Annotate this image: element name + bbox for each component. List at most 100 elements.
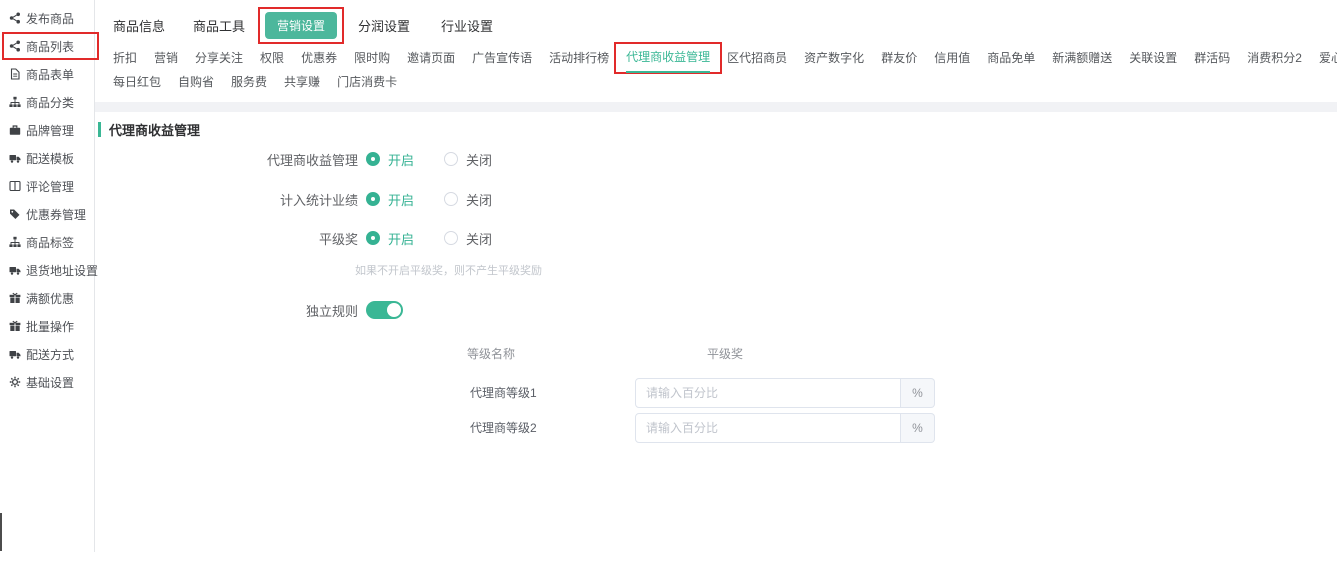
tab-ad-slogan[interactable]: 广告宣传语 xyxy=(472,49,532,66)
agent-revenue-enable-radio[interactable] xyxy=(366,152,380,166)
tab-new-full-gift[interactable]: 新满额赠送 xyxy=(1052,49,1112,66)
field-label: 代理商收益管理 xyxy=(95,150,358,169)
tab-flash-sale[interactable]: 限时购 xyxy=(354,49,390,66)
tab-credit-value[interactable]: 信用值 xyxy=(934,49,970,66)
radio-option-label[interactable]: 开启 xyxy=(388,150,414,169)
gift-icon xyxy=(9,320,21,332)
sidebar-item-shipping-method[interactable]: 配送方式 xyxy=(0,340,94,368)
sidebar-item-label: 商品分类 xyxy=(26,94,74,111)
tab-activity-ranking[interactable]: 活动排行榜 xyxy=(549,49,609,66)
briefcase-icon xyxy=(9,124,21,136)
tab-service-fee[interactable]: 服务费 xyxy=(231,73,267,90)
sidebar-item-label: 退货地址设置 xyxy=(26,262,98,279)
sidebar-item-product-category[interactable]: 商品分类 xyxy=(0,88,94,116)
annotation-box-agent-revenue-tab: 代理商收益管理 xyxy=(614,42,722,74)
sidebar-item-product-form[interactable]: 商品表单 xyxy=(0,60,94,88)
count-statistics-enable-radio[interactable] xyxy=(366,192,380,206)
radio-option-label[interactable]: 关闭 xyxy=(466,190,492,209)
sidebar-item-label: 配送模板 xyxy=(26,150,74,167)
tab-permissions[interactable]: 权限 xyxy=(260,49,284,66)
agent-level-2-percentage-input[interactable] xyxy=(635,413,901,443)
tab-marketing[interactable]: 营销 xyxy=(154,49,178,66)
tab-consumption-points-2[interactable]: 消费积分2 xyxy=(1247,49,1302,66)
tab-product-tools[interactable]: 商品工具 xyxy=(193,16,245,35)
tab-share-follow[interactable]: 分享关注 xyxy=(195,49,243,66)
field-label: 计入统计业绩 xyxy=(95,190,358,209)
same-level-reward-enable-radio[interactable] xyxy=(366,231,380,245)
admin-screen: 发布商品 商品列表 商品表单 商品分类 品牌管理 配送模板 评论管理 xyxy=(0,0,1337,563)
field-label: 平级奖 xyxy=(95,229,358,248)
sidebar-item-label: 商品表单 xyxy=(26,66,74,83)
tab-self-purchase-save[interactable]: 自购省 xyxy=(178,73,214,90)
sidebar-item-batch-operations[interactable]: 批量操作 xyxy=(0,312,94,340)
columns-icon xyxy=(9,180,21,192)
radio-option-label[interactable]: 关闭 xyxy=(466,229,492,248)
tab-love-value-a8[interactable]: 爱心值A8 xyxy=(1319,49,1337,66)
same-level-reward-disable-radio[interactable] xyxy=(444,231,458,245)
sidebar-item-product-list[interactable]: 商品列表 xyxy=(0,32,94,60)
radio-option-label[interactable]: 关闭 xyxy=(466,150,492,169)
sidebar-item-label: 批量操作 xyxy=(26,318,74,335)
sidebar-item-publish-product[interactable]: 发布商品 xyxy=(0,4,94,32)
file-icon xyxy=(9,68,21,80)
tab-invite-page[interactable]: 邀请页面 xyxy=(407,49,455,66)
tab-group-price[interactable]: 群友价 xyxy=(881,49,917,66)
sidebar-item-return-address-settings[interactable]: 退货地址设置 xyxy=(0,256,94,284)
tab-regional-agent-recruiter[interactable]: 区代招商员 xyxy=(727,49,787,66)
sidebar-item-label: 商品标签 xyxy=(26,234,74,251)
sidebar-item-shipping-template[interactable]: 配送模板 xyxy=(0,144,94,172)
percent-suffix: % xyxy=(901,378,935,408)
independent-rules-toggle[interactable] xyxy=(366,301,403,319)
tab-profit-sharing-settings[interactable]: 分润设置 xyxy=(358,16,410,35)
sidebar-item-label: 优惠券管理 xyxy=(26,206,86,223)
truck-icon xyxy=(9,264,21,276)
tab-share-earn[interactable]: 共享赚 xyxy=(284,73,320,90)
tab-product-free-order[interactable]: 商品免单 xyxy=(987,49,1035,66)
independent-rules-row: 独立规则 xyxy=(95,300,403,320)
gear-icon xyxy=(9,376,21,388)
tab-discount[interactable]: 折扣 xyxy=(113,49,137,66)
agent-level-2-input-group: % xyxy=(635,413,935,443)
agent-level-1-percentage-input[interactable] xyxy=(635,378,901,408)
sidebar-item-label: 评论管理 xyxy=(26,178,74,195)
sidebar-item-product-tags[interactable]: 商品标签 xyxy=(0,228,94,256)
agent-revenue-disable-radio[interactable] xyxy=(444,152,458,166)
tabs-card: 商品信息 商品工具 营销设置 分润设置 行业设置 折扣 营销 分享关注 权限 优… xyxy=(95,0,1337,102)
same-level-reward-hint: 如果不开启平级奖，则不产生平级奖励 xyxy=(355,262,542,278)
share-icon xyxy=(9,40,21,52)
sidebar-item-coupon-management[interactable]: 优惠券管理 xyxy=(0,200,94,228)
table-header-same-level-reward: 平级奖 xyxy=(707,345,743,362)
tab-product-info[interactable]: 商品信息 xyxy=(113,16,165,35)
sidebar-item-label: 满额优惠 xyxy=(26,290,74,307)
radio-option-label[interactable]: 开启 xyxy=(388,229,414,248)
sidebar-item-brand-management[interactable]: 品牌管理 xyxy=(0,116,94,144)
sidebar-item-review-management[interactable]: 评论管理 xyxy=(0,172,94,200)
tab-store-consumption-card[interactable]: 门店消费卡 xyxy=(337,73,397,90)
tab-group-qr-code[interactable]: 群活码 xyxy=(1194,49,1230,66)
sidebar-item-full-discount[interactable]: 满额优惠 xyxy=(0,284,94,312)
sidebar-item-basic-settings[interactable]: 基础设置 xyxy=(0,368,94,396)
agent-level-2-label: 代理商等级2 xyxy=(470,413,537,443)
secondary-tab-row: 折扣 营销 分享关注 权限 优惠券 限时购 邀请页面 广告宣传语 活动排行榜 代… xyxy=(113,48,1337,66)
content-card: 代理商收益管理 代理商收益管理 开启 关闭 计入统计业绩 xyxy=(95,112,1337,563)
truck-icon xyxy=(9,348,21,360)
sidebar-item-label: 基础设置 xyxy=(26,374,74,391)
truck-icon xyxy=(9,152,21,164)
agent-revenue-management-row: 代理商收益管理 开启 关闭 xyxy=(95,149,492,169)
tab-industry-settings[interactable]: 行业设置 xyxy=(441,16,493,35)
tab-agent-revenue-management[interactable]: 代理商收益管理 xyxy=(626,50,710,73)
sidebar-item-label: 发布商品 xyxy=(26,10,74,27)
tab-association-settings[interactable]: 关联设置 xyxy=(1129,49,1177,66)
section-title: 代理商收益管理 xyxy=(109,120,200,139)
section-accent-bar xyxy=(98,122,101,137)
tab-daily-red-packet[interactable]: 每日红包 xyxy=(113,73,161,90)
tab-coupon[interactable]: 优惠券 xyxy=(301,49,337,66)
tab-asset-digitization[interactable]: 资产数字化 xyxy=(804,49,864,66)
table-header-level-name: 等级名称 xyxy=(467,345,515,362)
main-area: 商品信息 商品工具 营销设置 分润设置 行业设置 折扣 营销 分享关注 权限 优… xyxy=(95,0,1337,563)
screen-edge-artifact xyxy=(0,513,2,551)
tab-marketing-settings[interactable]: 营销设置 xyxy=(265,12,337,39)
count-statistics-disable-radio[interactable] xyxy=(444,192,458,206)
sitemap-icon xyxy=(9,236,21,248)
radio-option-label[interactable]: 开启 xyxy=(388,190,414,209)
